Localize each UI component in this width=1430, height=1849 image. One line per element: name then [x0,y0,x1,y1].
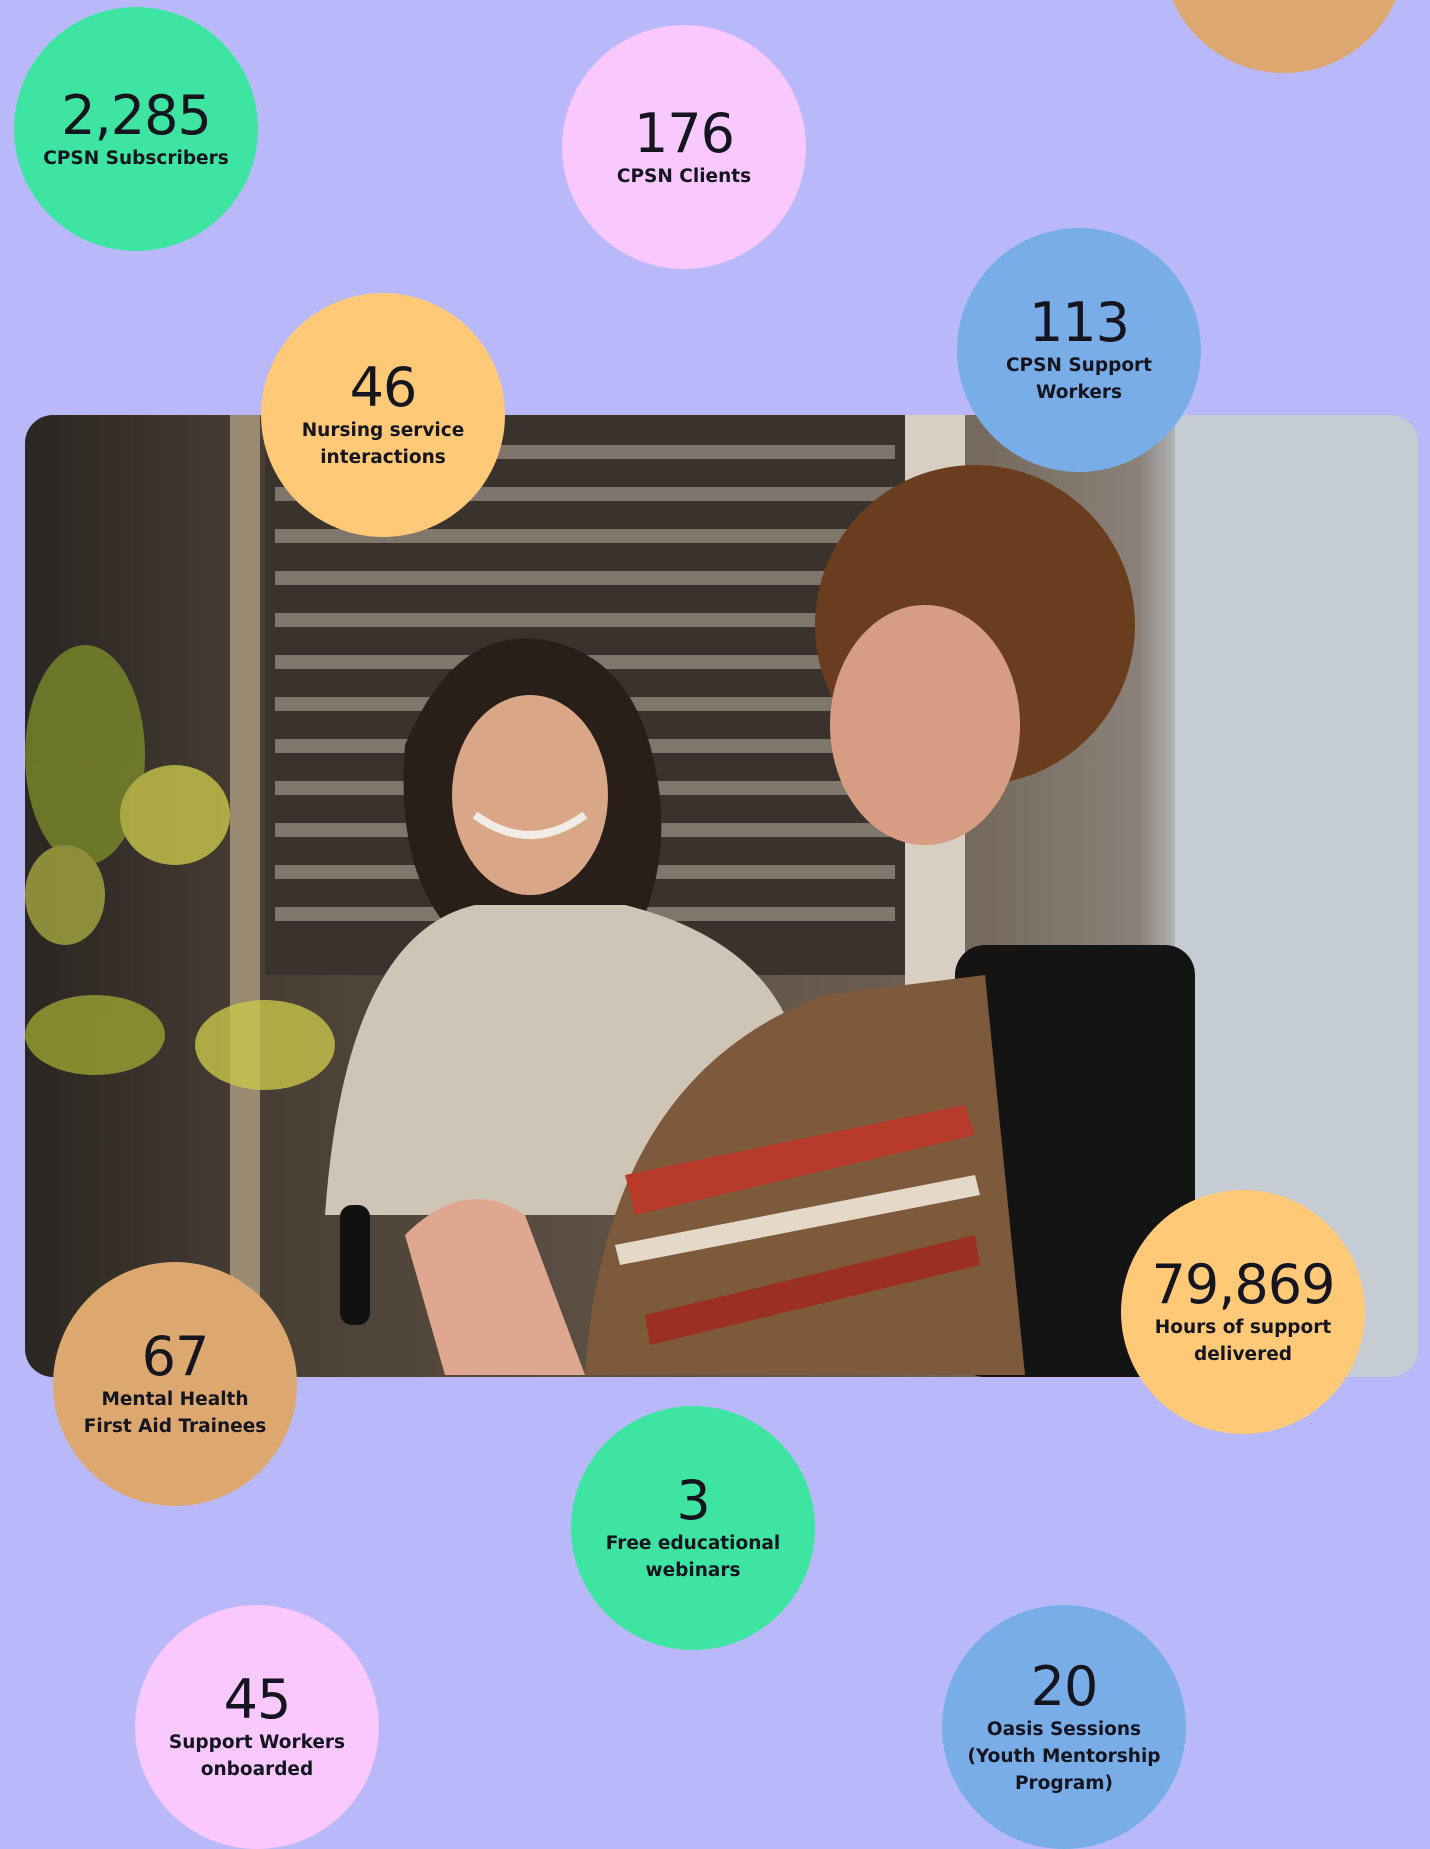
stat-subscribers: 2,285 CPSN Subscribers [14,7,258,251]
stat-hours: 79,869 Hours of support delivered [1121,1190,1365,1434]
stat-value: 20 [1030,1654,1099,1718]
stat-label: Hours of support delivered [1154,1317,1332,1365]
stat-label: CPSN Clients [616,165,752,187]
stat-label: Free educational webinars [605,1533,781,1581]
stat-label: CPSN Subscribers [43,147,229,169]
stat-value: 2,285 [61,83,212,147]
stat-oasis: 20 Oasis Sessions (Youth Mentorship Prog… [942,1605,1186,1849]
stat-value: 67 [141,1325,210,1388]
stat-label: Support Workers onboarded [168,1732,346,1780]
stat-nursing: 46 Nursing service interactions [261,293,505,537]
stat-label: Mental Health First Aid Trainees [83,1389,267,1437]
stat-onboarded: 45 Support Workers onboarded [135,1605,379,1849]
stat-label: CPSN Support Workers [1005,355,1153,403]
stat-label: Nursing service interactions [301,420,465,468]
stat-clients: 176 CPSN Clients [562,25,806,269]
decorative-circle [1162,0,1406,73]
stat-value: 79,869 [1151,1253,1336,1316]
stat-mental-health: 67 Mental Health First Aid Trainees [53,1262,297,1506]
stat-webinars: 3 Free educational webinars [571,1406,815,1650]
stat-value: 3 [676,1469,710,1532]
stat-value: 45 [223,1668,292,1731]
stat-support-workers: 113 CPSN Support Workers [957,228,1201,472]
stat-value: 46 [349,356,418,419]
stat-value: 113 [1028,291,1130,354]
stat-label: Oasis Sessions (Youth Mentorship Program… [967,1718,1161,1794]
stat-value: 176 [633,101,735,165]
